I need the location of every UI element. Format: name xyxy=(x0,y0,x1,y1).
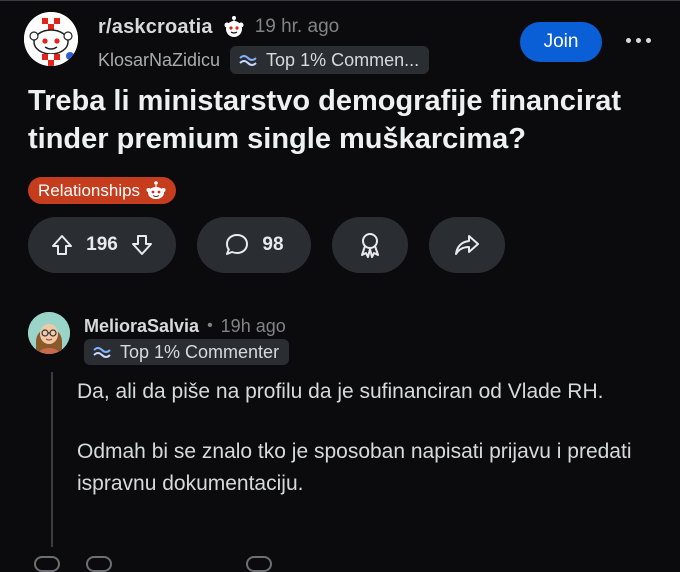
join-button[interactable]: Join xyxy=(520,22,602,62)
downvote-icon[interactable] xyxy=(130,233,154,257)
comment-flair: Top 1% Commenter xyxy=(84,339,290,365)
post-header: r/askcroatia 19 hr. ago xyxy=(98,14,339,40)
wave-flair-icon xyxy=(93,347,111,358)
post-time: 19 hr. ago xyxy=(254,16,340,37)
author-row: KlosarNaZidicu Top 1% Commen... xyxy=(98,46,430,74)
share-button[interactable] xyxy=(429,217,505,273)
snoo-badge-icon xyxy=(146,180,166,199)
comment-count: 98 xyxy=(262,234,284,255)
post-title[interactable]: Treba li ministarstvo demografije financ… xyxy=(28,82,668,158)
comment-avatar[interactable] xyxy=(28,312,70,354)
comment-time: 19h ago xyxy=(220,315,286,336)
comments-button[interactable]: 98 xyxy=(197,217,311,273)
comment-body: Da, ali da piše na profilu da je sufinan… xyxy=(77,376,667,528)
thread-line[interactable] xyxy=(51,372,53,547)
comment-paragraph: Odmah bi se znalo tko je sposoban napisa… xyxy=(77,440,632,495)
snoo-badge-icon xyxy=(224,16,244,37)
comment-flair-label: Top 1% Commenter xyxy=(120,341,280,362)
upvote-icon[interactable] xyxy=(50,233,74,257)
comment-icon xyxy=(226,234,249,255)
author-flair-label: Top 1% Commen... xyxy=(266,49,420,70)
more-dots-icon[interactable] xyxy=(626,38,651,43)
avatar-icon xyxy=(28,312,70,354)
wave-flair-icon xyxy=(239,55,257,66)
vote-pill: 196 xyxy=(28,217,176,273)
comment-upvote-icon[interactable] xyxy=(86,556,112,572)
vote-count: 196 xyxy=(86,234,118,255)
comment-header: MelioraSalvia • 19h ago xyxy=(84,314,286,338)
comment-action-icon[interactable] xyxy=(34,556,60,572)
top-divider xyxy=(0,0,680,1)
subreddit-name[interactable]: r/askcroatia xyxy=(98,16,213,39)
award-button[interactable] xyxy=(332,217,408,273)
subreddit-avatar[interactable] xyxy=(24,12,78,66)
post-flair-label: Relationships xyxy=(38,180,141,200)
award-icon xyxy=(361,233,379,258)
post-flair-tag[interactable]: Relationships xyxy=(28,177,177,204)
separator-dot: • xyxy=(207,317,213,334)
author-flair: Top 1% Commen... xyxy=(230,46,430,74)
comment-paragraph: Da, ali da piše na profilu da je sufinan… xyxy=(77,380,604,403)
comment-reply-icon[interactable] xyxy=(246,556,272,572)
post-author[interactable]: KlosarNaZidicu xyxy=(98,50,220,71)
share-icon xyxy=(455,235,479,255)
subreddit-snoo-icon xyxy=(24,12,78,66)
comment-author[interactable]: MelioraSalvia xyxy=(84,316,199,337)
